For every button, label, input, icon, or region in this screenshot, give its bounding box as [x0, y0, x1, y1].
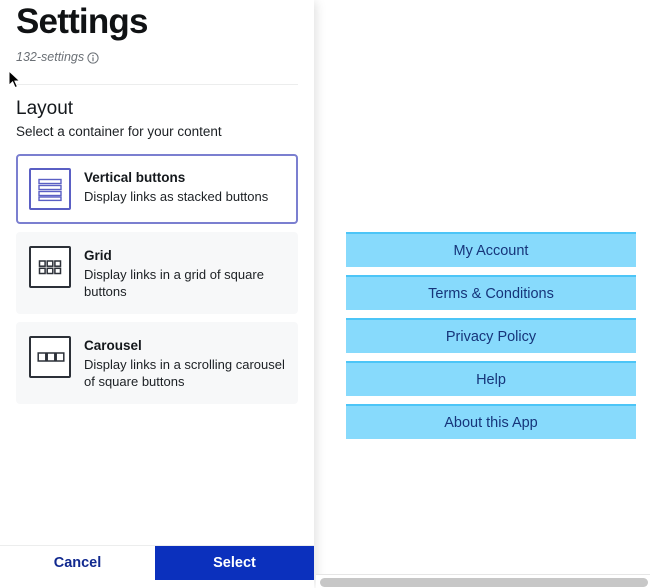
layout-option-text: Grid Display links in a grid of square b… — [84, 246, 285, 300]
layout-option-carousel[interactable]: Carousel Display links in a scrolling ca… — [16, 322, 298, 404]
layout-option-description: Display links in a scrolling carousel of… — [84, 357, 285, 389]
section-title: Layout — [16, 98, 74, 119]
preview-button-label: Privacy Policy — [445, 328, 537, 345]
preview-button[interactable]: Help — [346, 361, 636, 396]
grid-squares-icon — [29, 246, 71, 288]
preview-button-label: My Account — [453, 242, 529, 259]
preview-button[interactable]: My Account — [346, 232, 636, 267]
layout-option-grid[interactable]: Grid Display links in a grid of square b… — [16, 232, 298, 314]
preview-button-label: Help — [476, 371, 506, 388]
page-title: Settings — [16, 2, 148, 41]
preview-button-label: Terms & Conditions — [428, 285, 554, 302]
preview-pane: My Account Terms & Conditions Privacy Po… — [316, 0, 650, 580]
layout-option-text: Vertical buttons Display links as stacke… — [84, 168, 268, 205]
info-circle-icon[interactable] — [87, 51, 99, 64]
stacked-bars-icon — [29, 168, 71, 210]
preview-button[interactable]: Terms & Conditions — [346, 275, 636, 310]
section-description: Select a container for your content — [16, 124, 222, 139]
horizontal-scrollbar[interactable] — [316, 574, 650, 588]
settings-id-label: 132-settings — [16, 50, 85, 64]
select-button[interactable]: Select — [155, 546, 314, 580]
layout-option-list: Vertical buttons Display links as stacke… — [16, 154, 298, 404]
layout-section: Layout Select a container for your conte… — [0, 85, 314, 404]
layout-option-label: Grid — [84, 248, 112, 263]
panel-footer: Cancel Select — [0, 545, 314, 580]
layout-option-description: Display links as stacked buttons — [84, 189, 269, 204]
preview-button[interactable]: Privacy Policy — [346, 318, 636, 353]
cancel-button[interactable]: Cancel — [0, 546, 155, 580]
horizontal-scrollbar-thumb[interactable] — [320, 578, 648, 587]
preview-button-label: About this App — [444, 414, 538, 431]
preview-button-list: My Account Terms & Conditions Privacy Po… — [346, 232, 636, 447]
layout-option-label: Carousel — [84, 338, 142, 353]
layout-option-vertical-buttons[interactable]: Vertical buttons Display links as stacke… — [16, 154, 298, 224]
settings-panel: Settings 132-settings Layout Select a co… — [0, 0, 314, 588]
layout-option-label: Vertical buttons — [84, 170, 186, 185]
carousel-squares-icon — [29, 336, 71, 378]
subtitle-row: 132-settings — [16, 49, 298, 65]
layout-option-description: Display links in a grid of square button… — [84, 267, 264, 299]
layout-option-text: Carousel Display links in a scrolling ca… — [84, 336, 285, 390]
preview-button[interactable]: About this App — [346, 404, 636, 439]
panel-header: Settings 132-settings — [0, 0, 314, 85]
